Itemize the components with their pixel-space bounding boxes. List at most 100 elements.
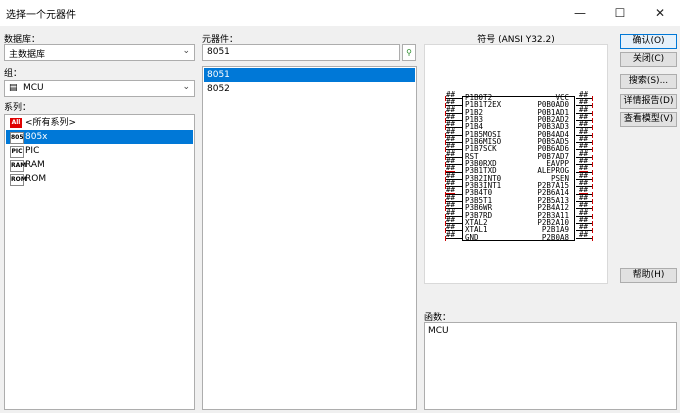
close-button[interactable]: 关闭(C) — [620, 52, 677, 67]
pin-end-mark — [445, 235, 446, 241]
pin-line — [445, 200, 462, 202]
family-label: 系列： — [4, 103, 32, 113]
pin-line — [445, 222, 462, 224]
pin-line — [576, 149, 593, 151]
pin-line — [576, 200, 593, 202]
family-item-all[interactable]: All <所有系列> — [6, 116, 193, 130]
filter-icon[interactable]: ⚲ — [402, 44, 416, 61]
pin-line — [576, 186, 593, 188]
pin-line — [445, 142, 462, 144]
pin-end-mark — [592, 110, 593, 116]
pin-end-mark — [445, 132, 446, 138]
chip-icon: ▤ — [9, 83, 18, 93]
pin-end-mark — [592, 125, 593, 131]
pin-end-mark — [592, 176, 593, 182]
pin-line — [445, 112, 462, 114]
pin-end-mark — [592, 132, 593, 138]
pin-end-mark — [445, 140, 446, 146]
pin-line — [576, 156, 593, 158]
pin-line — [445, 230, 462, 232]
family-item-ram[interactable]: RAM RAM — [6, 158, 193, 172]
all-icon: All — [10, 118, 22, 128]
search-button[interactable]: 搜索(S)... — [620, 74, 677, 89]
component-list[interactable]: 8051 8052 — [202, 66, 417, 410]
family-item-pic[interactable]: PIC PIC — [6, 144, 193, 158]
pin-line — [576, 171, 593, 173]
symbol-preview: ## ## ## ## ## ## ## ## ## ## ## ## ## ## ## ## ## ## ## ##… — [424, 44, 608, 284]
pin-end-mark — [592, 154, 593, 160]
pin-end-mark — [445, 220, 446, 226]
pin-line — [445, 193, 462, 195]
pin-line — [445, 171, 462, 173]
pin-end-mark — [592, 213, 593, 219]
pin-end-mark — [592, 96, 593, 101]
pin-line — [445, 98, 462, 99]
pin-line — [576, 134, 593, 136]
group-value: MCU — [23, 83, 44, 93]
pin-end-mark — [592, 140, 593, 146]
component-search-input[interactable]: 8051 — [202, 44, 400, 61]
family-list[interactable]: All <所有系列> 805 805x PIC PIC RAM RAM ROM … — [4, 114, 195, 410]
pin-end-mark — [592, 147, 593, 153]
close-window-button[interactable]: ✕ — [640, 0, 680, 26]
pin-line — [576, 164, 593, 166]
pin-end-mark — [445, 162, 446, 168]
pin-line — [445, 127, 462, 129]
pin-line — [445, 105, 462, 107]
ok-button[interactable]: 确认(O) — [620, 34, 677, 49]
pin-end-mark — [445, 206, 446, 212]
minimize-button[interactable]: — — [560, 0, 600, 26]
chevron-down-icon: ⌄ — [182, 46, 190, 56]
pic-icon: PIC — [10, 146, 24, 158]
library-combo[interactable]: 主数据库 ⌄ — [4, 44, 195, 61]
pin-line — [576, 142, 593, 144]
detail-report-button[interactable]: 详情报告(D) — [620, 94, 677, 109]
pin-end-mark — [445, 118, 446, 124]
maximize-button[interactable]: ☐ — [600, 0, 640, 26]
pin-line — [576, 193, 593, 195]
right-pin-names: VCC P0B0AD0 P0B1AD1 P0B2AD2 P0B3AD3 P0B4AD4 P0… — [537, 94, 569, 241]
pin-line — [445, 134, 462, 136]
pin-label: P2B0A8 — [541, 232, 569, 242]
pin-line — [445, 164, 462, 166]
pin-line — [576, 215, 593, 217]
help-button[interactable]: 帮助(H) — [620, 268, 677, 283]
pin-line — [576, 237, 593, 239]
pin-end-mark — [445, 169, 446, 175]
pin-end-mark — [592, 118, 593, 124]
pin-end-mark — [445, 176, 446, 182]
pin-line — [445, 149, 462, 151]
window-title: 选择一个元器件 — [6, 10, 76, 21]
pin-line — [445, 237, 462, 239]
pin-label: GND — [465, 232, 479, 242]
group-label: 组： — [4, 69, 23, 79]
pin-line — [445, 178, 462, 180]
pin-line — [576, 127, 593, 129]
family-item-805x[interactable]: 805 805x — [6, 130, 193, 144]
pin-end-mark — [445, 96, 446, 101]
pin-line — [576, 112, 593, 114]
pin-end-mark — [445, 103, 446, 109]
group-combo[interactable]: ▤ MCU ⌄ — [4, 80, 195, 97]
pin-end-mark — [592, 103, 593, 109]
pin-end-mark — [445, 147, 446, 153]
pin-end-mark — [592, 162, 593, 168]
pin-end-mark — [592, 206, 593, 212]
component-item-8051[interactable]: 8051 — [204, 68, 415, 82]
pin-line — [445, 186, 462, 188]
search-value: 8051 — [207, 47, 230, 57]
pin-end-mark — [592, 169, 593, 175]
pin-end-mark — [445, 125, 446, 131]
component-item-8052[interactable]: 8052 — [204, 82, 415, 96]
family-item-rom[interactable]: ROM ROM — [6, 172, 193, 186]
pin-line — [576, 230, 593, 232]
pin-line — [576, 178, 593, 180]
rom-icon: ROM — [10, 174, 27, 186]
chevron-down-icon: ⌄ — [182, 82, 190, 92]
pin-end-mark — [445, 213, 446, 219]
805-icon: 805 — [10, 132, 24, 144]
view-model-button[interactable]: 查看模型(V) — [620, 112, 677, 127]
pin-line — [445, 120, 462, 122]
pin-line — [445, 215, 462, 217]
pin-line — [576, 222, 593, 224]
